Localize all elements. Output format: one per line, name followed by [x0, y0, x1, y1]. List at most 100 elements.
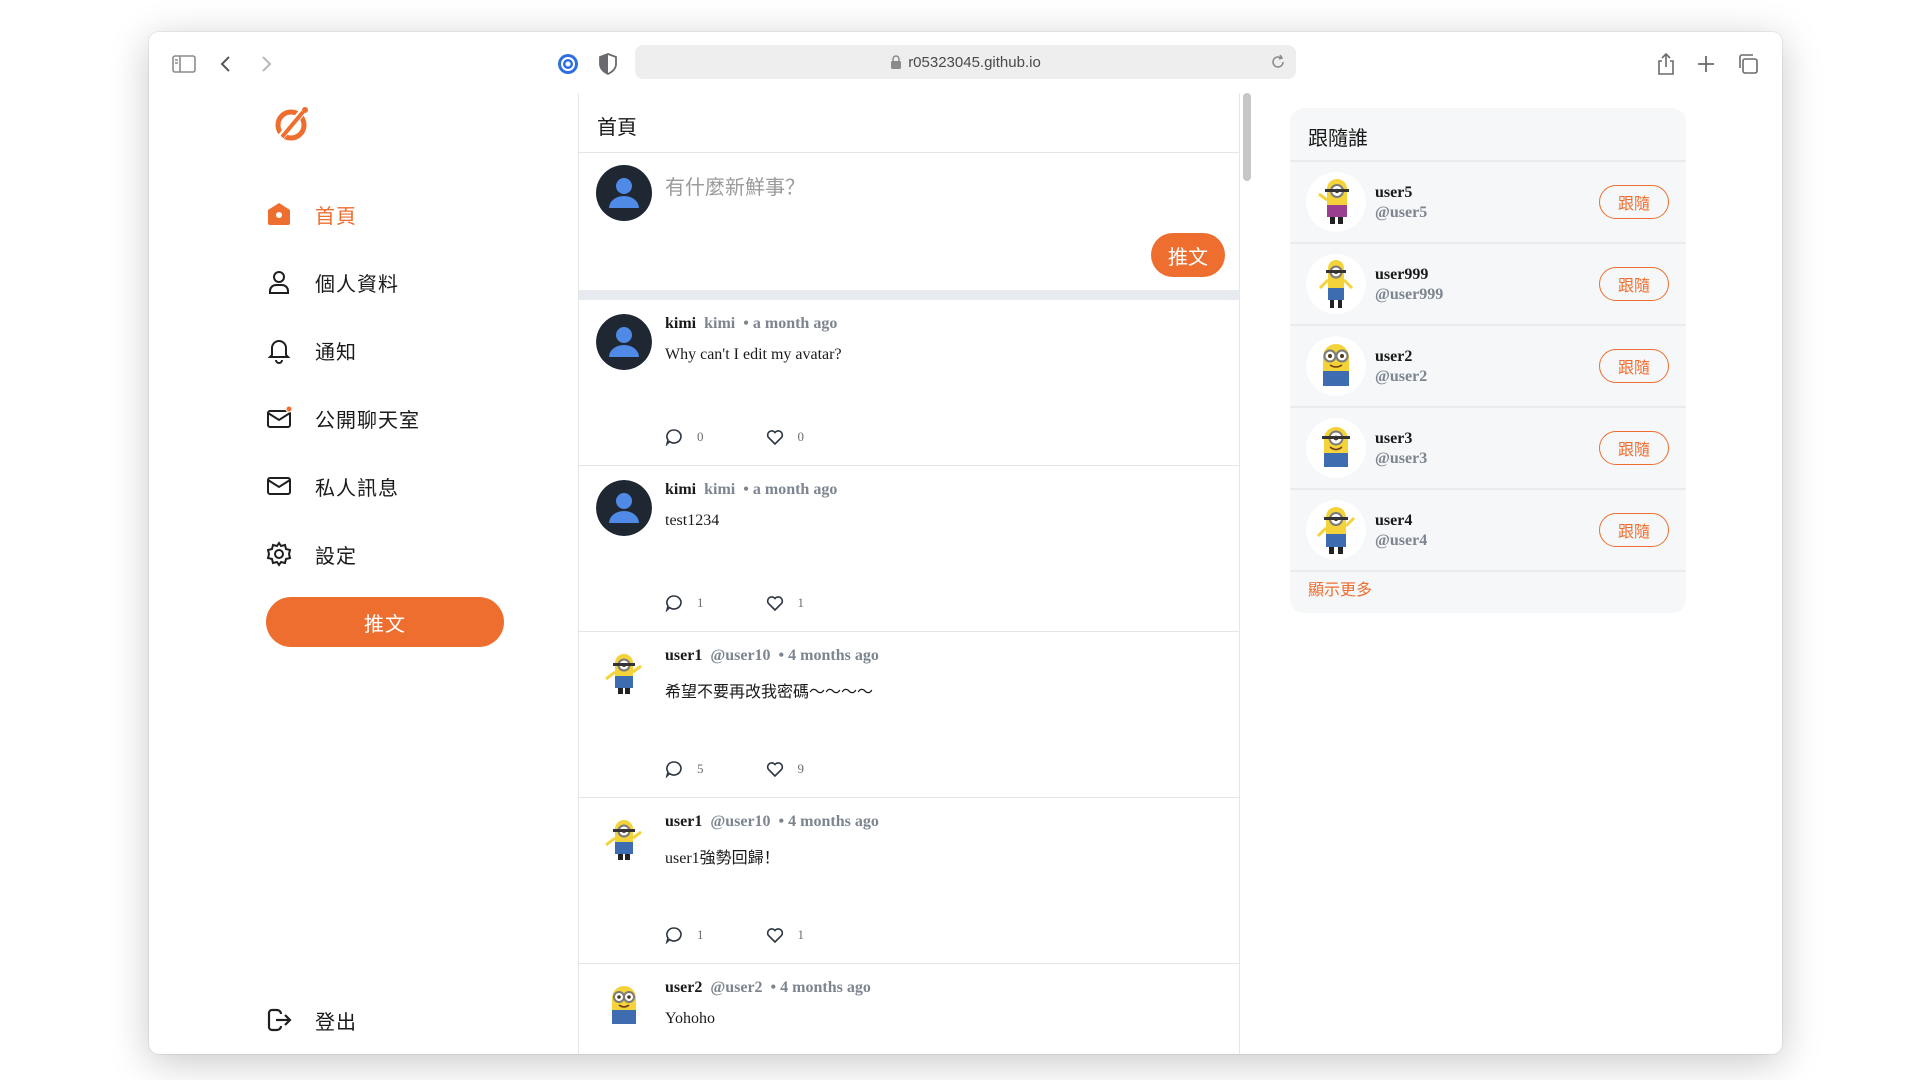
nav-private-messages-label: 私人訊息 [315, 477, 399, 500]
reply-count: 1 [697, 595, 704, 610]
follow-button[interactable]: 跟隨 [1599, 431, 1669, 465]
like-count: 1 [797, 595, 805, 610]
suggestion-name[interactable]: user999 [1375, 266, 1428, 284]
avatar[interactable] [596, 480, 652, 536]
reload-icon[interactable] [1270, 54, 1286, 70]
minion-avatar[interactable] [596, 812, 652, 868]
show-more-link[interactable]: 顯示更多 [1308, 576, 1372, 600]
heart-icon [766, 762, 783, 778]
back-icon[interactable] [213, 51, 239, 77]
nav-private-messages[interactable]: 私人訊息 [265, 466, 399, 506]
nav-public-chat[interactable]: 公開聊天室 [265, 398, 420, 438]
logout-label: 登出 [315, 1011, 357, 1034]
follow-suggestion: user2 @user2 跟隨 [1290, 326, 1686, 406]
tweet-meta: user2 @user2 • 4 months ago [665, 979, 871, 997]
reply-icon [665, 927, 682, 944]
tweet-author[interactable]: user2 [665, 979, 702, 996]
heart-icon [766, 928, 783, 944]
like-button[interactable]: 1 [766, 926, 804, 944]
shield-icon[interactable] [595, 51, 621, 77]
app-logo[interactable] [272, 104, 312, 144]
tweet-item[interactable]: kimi kimi • a month ago test1234 1 1 [579, 466, 1239, 632]
like-count: 9 [797, 761, 805, 776]
reply-icon [665, 595, 682, 612]
tweet-account: kimi [704, 481, 736, 498]
follow-button[interactable]: 跟隨 [1599, 185, 1669, 219]
address-bar[interactable]: r05323045.github.io [635, 45, 1296, 79]
reply-icon [665, 761, 682, 778]
like-count: 0 [797, 429, 805, 444]
page-title: 首頁 [597, 117, 637, 139]
follow-button[interactable]: 跟隨 [1599, 349, 1669, 383]
suggestion-account: @user2 [1375, 368, 1428, 385]
home-icon [265, 200, 293, 228]
tweet-separator: • [770, 979, 777, 996]
tweet-time: a month ago [752, 481, 838, 498]
like-button[interactable]: 1 [766, 594, 805, 612]
suggestion-account: @user999 [1375, 286, 1444, 303]
tweet-item[interactable]: user2 @user2 • 4 months ago Yohoho [579, 964, 1239, 1054]
minion-avatar[interactable] [1306, 172, 1366, 232]
follow-suggestion: user3 @user3 跟隨 [1290, 408, 1686, 488]
minion-avatar[interactable] [1306, 254, 1366, 314]
tweet-time: a month ago [752, 315, 838, 332]
follow-suggestion: user4 @user4 跟隨 [1290, 490, 1686, 570]
nav-notifications[interactable]: 通知 [265, 330, 357, 370]
tweet-time: 4 months ago [788, 647, 879, 664]
suggestion-name[interactable]: user2 [1375, 348, 1412, 366]
tweet-text: user1強勢回歸！ [665, 850, 780, 867]
tweet-item[interactable]: user1 @user10 • 4 months ago user1強勢回歸！ … [579, 798, 1239, 964]
tweet-text: Why can't I edit my avatar? [665, 346, 842, 363]
compose-tweet-button[interactable]: 推文 [1151, 233, 1225, 277]
reply-button[interactable]: 0 [665, 428, 704, 446]
tweet-item[interactable]: user1 @user10 • 4 months ago 希望不要再改我密碼～～… [579, 632, 1239, 798]
minion-avatar[interactable] [1306, 336, 1366, 396]
reply-button[interactable]: 1 [665, 594, 704, 612]
extension-icon[interactable] [555, 51, 581, 77]
tweet-actions: 1 1 [665, 594, 804, 612]
tweet-author[interactable]: user1 [665, 813, 702, 830]
follow-suggestion: user5 @user5 跟隨 [1290, 162, 1686, 242]
tweet-separator: • [743, 315, 749, 332]
divider [1290, 570, 1686, 572]
suggestion-name[interactable]: user3 [1375, 430, 1412, 448]
follow-button[interactable]: 跟隨 [1599, 513, 1669, 547]
nav-profile[interactable]: 個人資料 [265, 262, 399, 302]
suggestion-name[interactable]: user4 [1375, 512, 1412, 530]
tweet-button[interactable]: 推文 [266, 597, 504, 647]
minion-avatar[interactable] [1306, 418, 1366, 478]
tweet-account: @user10 [710, 647, 771, 664]
feed-scrollbar[interactable] [1243, 93, 1251, 181]
tweet-author[interactable]: kimi [665, 315, 696, 332]
tab-overview-icon[interactable] [1735, 51, 1761, 77]
minion-avatar[interactable] [1306, 500, 1366, 560]
avatar[interactable] [596, 314, 652, 370]
tweet-author[interactable]: kimi [665, 481, 696, 498]
new-tab-icon[interactable] [1693, 51, 1719, 77]
compose-input[interactable] [665, 177, 1205, 200]
share-icon[interactable] [1653, 51, 1679, 77]
reply-button[interactable]: 5 [665, 760, 704, 778]
nav-settings[interactable]: 設定 [265, 534, 357, 574]
logout-icon [265, 1006, 293, 1034]
tweet-meta: kimi kimi • a month ago [665, 481, 837, 499]
tweet-author[interactable]: user1 [665, 647, 702, 664]
nav-home[interactable]: 首頁 [265, 194, 357, 234]
like-button[interactable]: 0 [766, 428, 805, 446]
reply-button[interactable]: 1 [665, 926, 704, 944]
tweet-account: kimi [704, 315, 736, 332]
sidebar-toggle-icon[interactable] [171, 51, 197, 77]
forward-icon[interactable] [253, 51, 279, 77]
suggestion-name[interactable]: user5 [1375, 184, 1412, 202]
user-icon [265, 268, 293, 296]
mail-icon [265, 472, 293, 500]
tweet-text: Yohoho [665, 1010, 715, 1027]
minion-avatar[interactable] [596, 978, 652, 1034]
like-button[interactable]: 9 [766, 760, 805, 778]
tweet-separator: • [778, 813, 785, 830]
tweet-meta: kimi kimi • a month ago [665, 315, 837, 333]
logout-button[interactable]: 登出 [265, 1000, 357, 1040]
follow-button[interactable]: 跟隨 [1599, 267, 1669, 301]
tweet-item[interactable]: kimi kimi • a month ago Why can't I edit… [579, 300, 1239, 466]
minion-avatar[interactable] [596, 646, 652, 702]
